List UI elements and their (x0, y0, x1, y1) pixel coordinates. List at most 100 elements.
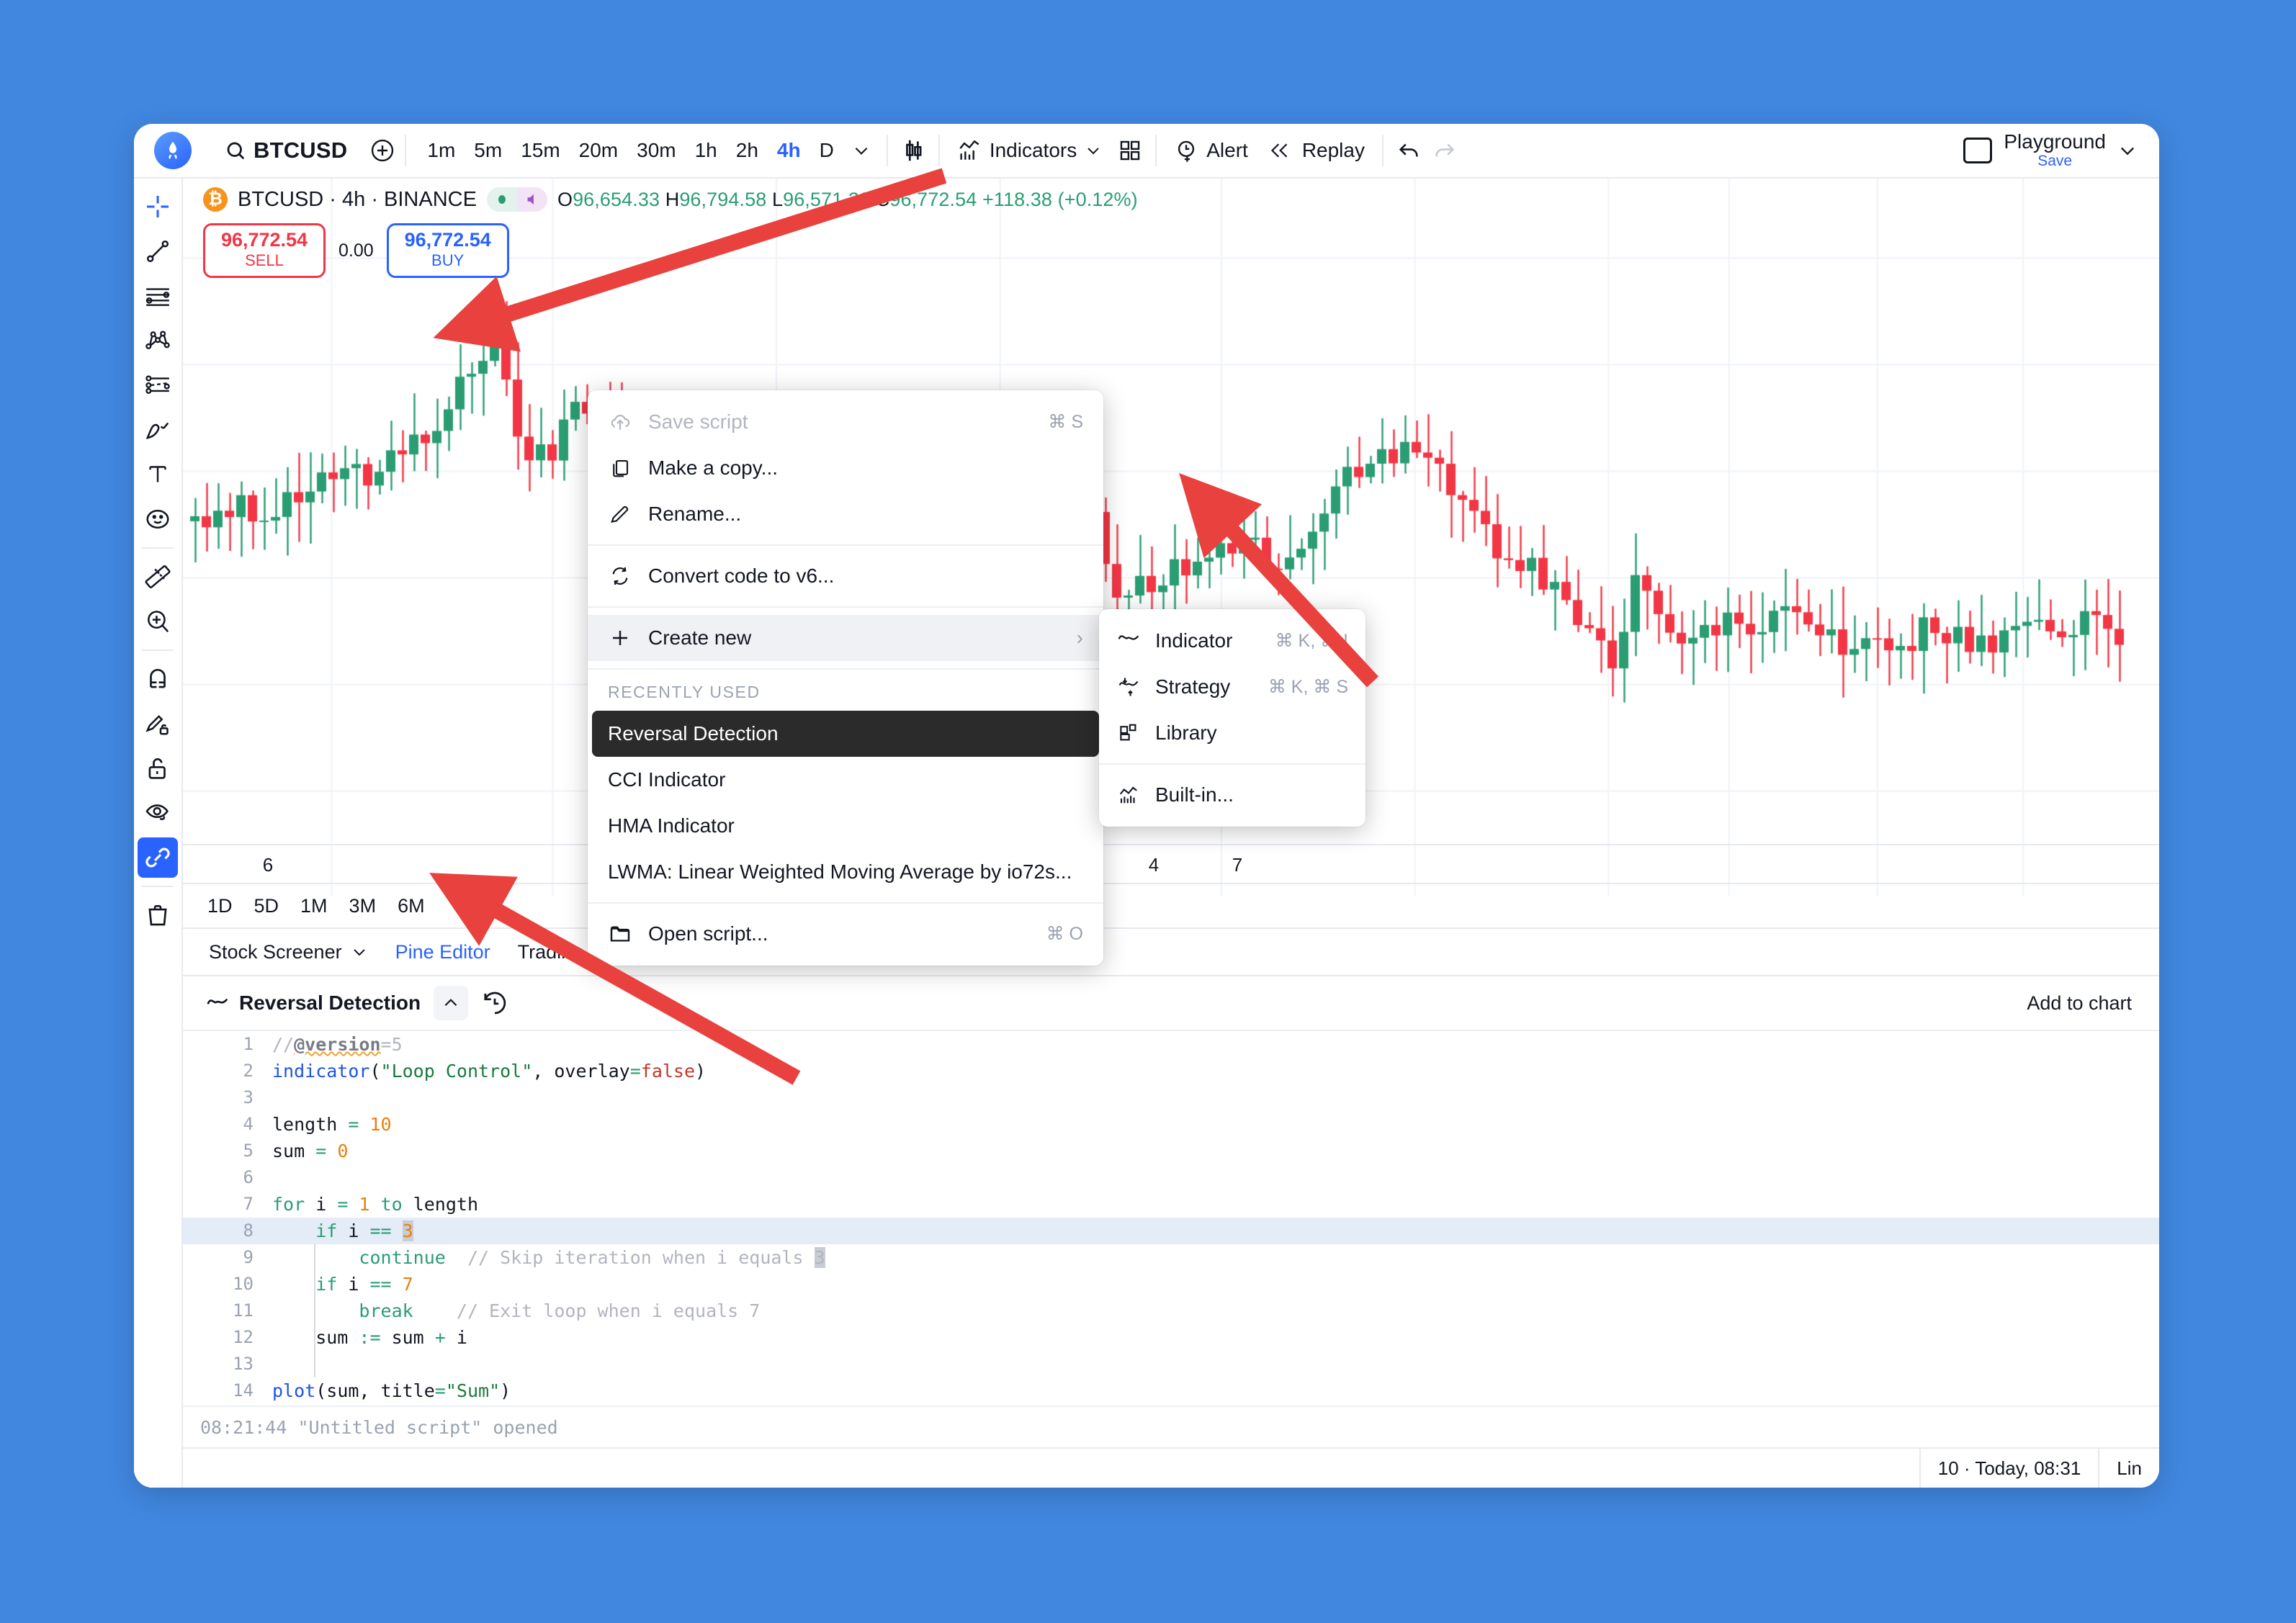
hide-drawings-tool[interactable] (138, 793, 178, 833)
recent-script-lwma[interactable]: LWMA: Linear Weighted Moving Average by … (588, 849, 1103, 895)
code-line[interactable]: 1 //@version=5 (183, 1031, 2159, 1058)
range-1D[interactable]: 1D (199, 891, 241, 922)
recent-script-hma-indicator[interactable]: HMA Indicator (588, 803, 1103, 849)
code-text: length = 10 (272, 1114, 392, 1135)
layout-save-link[interactable]: Save (2037, 152, 2072, 170)
buy-button[interactable]: 96,772.54 BUY (386, 223, 509, 279)
menu-item-save-script[interactable]: Save script ⌘ S (588, 399, 1103, 445)
code-line[interactable]: 13 (183, 1351, 2159, 1377)
code-line[interactable]: 7 for i = 1 to length (183, 1191, 2159, 1218)
code-editor[interactable]: 1 //@version=5 2 indicator("Loop Control", … (183, 1031, 2159, 1406)
ohlc-low: 96,571.36 (783, 188, 871, 210)
lock-drawings-tool[interactable] (138, 748, 178, 788)
time-axis[interactable]: 6 20 23 27 12:00 Feb 4 7 (183, 844, 2159, 884)
timeframe-5m[interactable]: 5m (465, 132, 511, 168)
line-number: 12 (233, 1327, 254, 1347)
tab-stock-screener[interactable]: Stock Screener (200, 937, 377, 968)
submenu-item-strategy[interactable]: Strategy ⌘ K, ⌘ S (1099, 664, 1366, 710)
smiley-icon (146, 510, 169, 529)
code-line[interactable]: 11 break // Exit loop when i equals 7 (183, 1298, 2159, 1324)
chart-layout-menu[interactable]: Playground Save (1998, 130, 2112, 171)
text-tool[interactable] (138, 454, 178, 495)
measure-tool[interactable] (138, 557, 178, 597)
code-line[interactable]: 4 length = 10 (183, 1111, 2159, 1138)
plus-icon (608, 626, 632, 649)
recent-script-cci-indicator[interactable]: CCI Indicator (588, 757, 1103, 803)
editor-version-history-button[interactable] (475, 984, 514, 1022)
remove-drawings-tool[interactable] (138, 895, 178, 935)
redo-button[interactable] (1427, 132, 1463, 168)
menu-item-convert-code[interactable]: Convert code to v6... (588, 553, 1103, 599)
layout-select-button[interactable] (1963, 137, 1993, 163)
drawing-mode-tool[interactable] (138, 703, 178, 744)
code-line[interactable]: 14 plot(sum, title="Sum") (183, 1377, 2159, 1404)
chevron-down-icon[interactable] (2117, 140, 2138, 161)
prediction-tool[interactable] (138, 365, 178, 405)
magnet-tool[interactable] (138, 659, 178, 699)
code-line[interactable]: 12 sum := sum + i (183, 1324, 2159, 1351)
timeframe-more-button[interactable] (843, 134, 879, 167)
code-line[interactable]: 10 if i == 7 (183, 1271, 2159, 1298)
recent-script-reversal-detection[interactable]: Reversal Detection (592, 711, 1099, 757)
plus-circle-icon (372, 139, 394, 162)
templates-button[interactable] (1112, 132, 1148, 168)
range-1M[interactable]: 1M (292, 891, 336, 922)
editor-script-title[interactable]: Reversal Detection (200, 987, 426, 1019)
status-time[interactable]: 10 · Today, 08:31 (1919, 1449, 2099, 1488)
code-line[interactable]: 2 indicator("Loop Control", overlay=false… (183, 1058, 2159, 1084)
forecast-lines-icon (145, 375, 170, 394)
undo-button[interactable] (1391, 132, 1427, 168)
submenu-item-library[interactable]: Library (1099, 710, 1366, 756)
range-5D[interactable]: 5D (246, 891, 288, 922)
emoji-tool[interactable] (138, 499, 178, 539)
menu-item-create-new[interactable]: Create new › (588, 615, 1103, 661)
magnet-icon (150, 668, 166, 688)
range-3M[interactable]: 3M (341, 891, 385, 922)
status-language[interactable]: Lin (2098, 1449, 2159, 1488)
trend-line-tool[interactable] (138, 231, 178, 271)
alert-clock-icon (1178, 140, 1195, 162)
menu-item-make-a-copy[interactable]: Make a copy... (588, 445, 1103, 491)
chart-type-button[interactable] (895, 132, 931, 168)
sync-drawings-tool[interactable] (138, 837, 178, 878)
cursor-crosshair-tool[interactable] (138, 186, 178, 227)
zoom-tool[interactable] (138, 601, 178, 642)
editor-script-menu-button[interactable] (434, 986, 469, 1020)
code-line[interactable]: 8 if i == 3 (183, 1218, 2159, 1244)
timeframe-1h[interactable]: 1h (686, 132, 727, 168)
brush-tool[interactable] (138, 410, 178, 450)
legend-eye-pill[interactable] (486, 187, 517, 212)
code-line[interactable]: 5 sum = 0 (183, 1138, 2159, 1164)
code-line[interactable]: 3 (183, 1084, 2159, 1111)
legend-alert-pill[interactable] (516, 187, 547, 212)
pattern-tool[interactable] (138, 320, 178, 361)
timeframe-1m[interactable]: 1m (418, 132, 465, 168)
replay-button[interactable]: Replay (1258, 132, 1375, 168)
menu-item-open-script[interactable]: Open script... ⌘ O (588, 911, 1103, 957)
sell-button[interactable]: 96,772.54 SELL (203, 223, 326, 279)
code-line[interactable]: 6 (183, 1164, 2159, 1191)
menu-item-shortcut: ⌘ S (1048, 412, 1083, 432)
legend-title[interactable]: BTCUSD · 4h · BINANCE (238, 188, 477, 212)
timeframe-2h[interactable]: 2h (727, 132, 768, 168)
submenu-item-indicator[interactable]: Indicator ⌘ K, ⌘ I (1099, 618, 1366, 664)
ohlc-change: +118.38 (+0.12%) (982, 188, 1138, 210)
timeframe-15m[interactable]: 15m (511, 132, 569, 168)
add-to-chart-button[interactable]: Add to chart (2017, 986, 2142, 1020)
tab-pine-editor[interactable]: Pine Editor (387, 937, 499, 968)
timeframe-30m[interactable]: 30m (627, 132, 685, 168)
submenu-item-built-in[interactable]: Built-in... (1099, 772, 1366, 818)
timeframe-D[interactable]: D (810, 132, 843, 168)
menu-item-rename[interactable]: Rename... (588, 491, 1103, 537)
app-logo-icon[interactable] (154, 132, 192, 169)
alert-button[interactable]: Alert (1164, 132, 1258, 169)
timeframe-20m[interactable]: 20m (570, 132, 627, 168)
toolbar-right-group: Playground Save (1963, 130, 2159, 171)
horizontal-lines-tool[interactable] (138, 276, 178, 316)
symbol-search[interactable]: BTCUSD (218, 133, 354, 168)
range-6M[interactable]: 6M (389, 891, 434, 922)
code-line[interactable]: 9 continue // Skip iteration when i equa… (183, 1244, 2159, 1271)
add-symbol-button[interactable] (367, 135, 398, 166)
indicators-button[interactable]: Indicators (947, 132, 1112, 169)
timeframe-4h[interactable]: 4h (768, 132, 810, 168)
